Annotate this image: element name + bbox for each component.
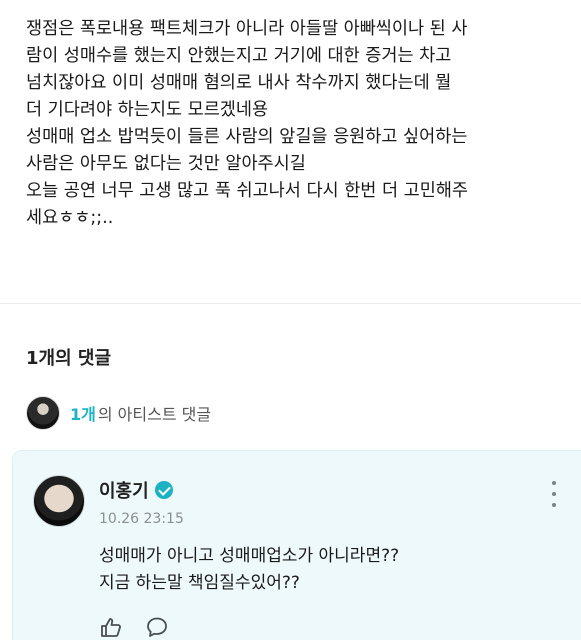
artist-comment-filter[interactable]: 1개 의 아티스트 댓글 [26, 396, 211, 430]
comment-count-heading: 1개의 댓글 [26, 348, 112, 369]
post-text-line: 사람은 아무도 없다는 것만 알아주시길 [26, 154, 306, 174]
post-text-line: 오늘 공연 너무 고생 많고 푹 쉬고나서 다시 한번 더 고민해주 [26, 181, 469, 201]
like-hand-icon[interactable] [99, 616, 123, 638]
reply-bubble-icon[interactable] [145, 616, 169, 638]
artist-comment-label: 의 아티스트 댓글 [97, 405, 212, 424]
post-text-line: 람이 성매수를 했는지 안했는지고 거기에 대한 증거는 차고 [26, 46, 452, 66]
artist-avatar [26, 396, 60, 430]
post-text-line: 쟁점은 폭로내용 팩트체크가 아니라 아들딸 아빠씩이나 된 사 [26, 19, 468, 39]
comment-text: 성매매가 아니고 성매매업소가 아니라면?? 지금 하는말 책임질수있어?? [99, 543, 399, 597]
section-divider [0, 303, 581, 304]
post-text-line: 넘치잖아요 이미 성매매 혐의로 내사 착수까지 했다는데 뭘 [26, 73, 452, 93]
avatar[interactable] [33, 475, 85, 527]
verified-badge-icon [154, 481, 173, 499]
comment-author-name: 이홍기 [99, 481, 149, 502]
comment-author[interactable]: 이홍기 [99, 477, 173, 503]
post-text-line: 더 기다려야 하는지도 모르겠네용 [26, 100, 269, 120]
comment-actions [99, 616, 169, 638]
post-body: 쟁점은 폭로내용 팩트체크가 아니라 아들딸 아빠씩이나 된 사 람이 성매수를… [0, 0, 581, 303]
artist-comment-card: 이홍기 10.26 23:15 성매매가 아니고 성매매업소가 아니라면?? 지… [12, 450, 581, 640]
post-text-line: 세요ㅎㅎ;;.. [26, 208, 114, 228]
comment-text-line: 지금 하는말 책임질수있어?? [99, 573, 300, 593]
artist-comment-count: 1개 [70, 405, 96, 424]
more-vertical-icon[interactable] [548, 481, 560, 507]
comment-text-line: 성매매가 아니고 성매매업소가 아니라면?? [99, 546, 400, 566]
post-text-line: 성매매 업소 밥먹듯이 들른 사람의 앞길을 응원하고 싶어하는 [26, 127, 468, 147]
comment-timestamp: 10.26 23:15 [99, 511, 184, 527]
